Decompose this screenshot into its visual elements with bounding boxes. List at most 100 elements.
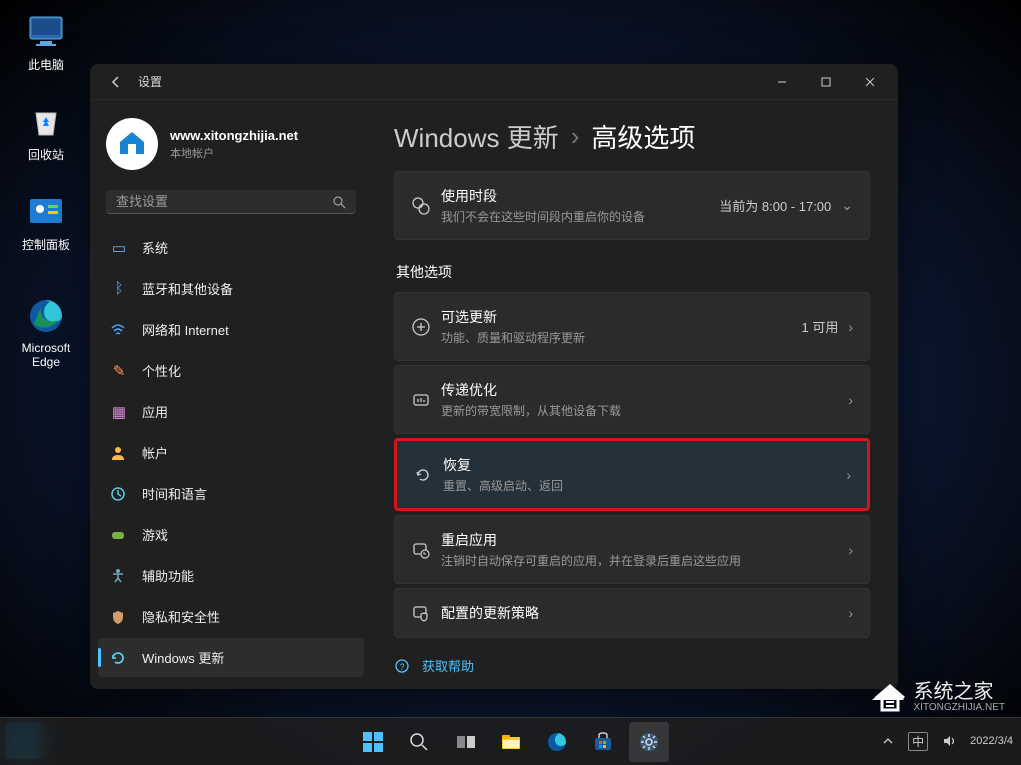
card-active-hours[interactable]: 使用时段 我们不会在这些时间段内重启你的设备 当前为 8:00 - 17:00 … xyxy=(394,171,870,240)
tray-ime-icon[interactable]: 中 xyxy=(908,732,928,751)
taskbar-taskview[interactable] xyxy=(445,722,485,762)
nav-time-language[interactable]: 时间和语言 xyxy=(98,474,364,513)
nav-bluetooth[interactable]: ᛒ 蓝牙和其他设备 xyxy=(98,269,364,308)
chevron-right-icon: › xyxy=(848,319,853,335)
card-title: 重启应用 xyxy=(441,530,848,550)
nav-label: 时间和语言 xyxy=(142,484,207,503)
desktop-icon-control-panel[interactable]: 控制面板 xyxy=(10,190,82,253)
chevron-down-icon: ⌄ xyxy=(841,197,853,214)
section-title-other: 其他选项 xyxy=(396,262,870,282)
card-restart-apps[interactable]: 重启应用 注销时自动保存可重启的应用，并在登录后重启这些应用 › xyxy=(394,515,870,584)
start-button[interactable] xyxy=(353,722,393,762)
nav-accounts[interactable]: 帐户 xyxy=(98,433,364,472)
card-optional-updates[interactable]: 可选更新 功能、质量和驱动程序更新 1 可用 › xyxy=(394,292,870,361)
settings-window: 设置 www.xitongzhijia.net 本地帐 xyxy=(90,64,898,689)
chevron-right-icon: › xyxy=(848,542,853,558)
user-card[interactable]: www.xitongzhijia.net 本地帐户 xyxy=(98,112,374,186)
desktop-icon-label: 控制面板 xyxy=(22,238,70,252)
delivery-icon xyxy=(411,390,441,410)
get-help-link[interactable]: ? 获取帮助 xyxy=(394,656,870,675)
svg-text:?: ? xyxy=(399,662,404,672)
nav-gaming[interactable]: 游戏 xyxy=(98,515,364,554)
minimize-button[interactable] xyxy=(760,67,804,97)
nav-windows-update[interactable]: Windows 更新 xyxy=(98,638,364,677)
content: Windows 更新 › 高级选项 使用时段 我们不会在这些时间段内重启你的设备… xyxy=(374,100,898,689)
nav-label: 系统 xyxy=(142,238,168,257)
nav-label: Windows 更新 xyxy=(142,648,224,667)
restart-apps-icon xyxy=(411,540,441,560)
user-icon xyxy=(110,445,128,461)
taskbar-explorer[interactable] xyxy=(491,722,531,762)
watermark-text: 系统之家 xyxy=(914,675,1006,704)
card-delivery-optimization[interactable]: 传递优化 更新的带宽限制，从其他设备下载 › xyxy=(394,365,870,434)
nav-label: 应用 xyxy=(142,402,168,421)
desktop-icon-edge[interactable]: Microsoft Edge xyxy=(10,295,82,369)
edge-icon xyxy=(25,295,67,337)
control-panel-icon xyxy=(25,190,67,232)
brush-icon: ✎ xyxy=(110,362,128,380)
user-name: www.xitongzhijia.net xyxy=(170,128,298,143)
monitor-icon xyxy=(25,10,67,52)
card-subtitle: 重置、高级启动、返回 xyxy=(443,477,846,494)
monitor-icon: ▭ xyxy=(110,239,128,257)
card-subtitle: 更新的带宽限制，从其他设备下载 xyxy=(441,402,848,419)
chevron-right-icon: › xyxy=(848,605,853,621)
chevron-right-icon: › xyxy=(571,121,580,152)
close-button[interactable] xyxy=(848,67,892,97)
help-icon: ? xyxy=(394,658,410,674)
system-tray[interactable]: 中 2022/3/4 xyxy=(882,717,1013,765)
taskbar-search[interactable] xyxy=(399,722,439,762)
back-button[interactable] xyxy=(102,68,130,96)
breadcrumb: Windows 更新 › 高级选项 xyxy=(394,118,870,155)
card-trail: 1 可用 xyxy=(801,317,838,336)
taskbar-settings[interactable] xyxy=(629,722,669,762)
card-update-policy[interactable]: 配置的更新策略 › xyxy=(394,588,870,638)
desktop-icon-label: 回收站 xyxy=(28,148,64,162)
card-recovery[interactable]: 恢复 重置、高级启动、返回 › xyxy=(394,438,870,511)
desktop-icon-label: 此电脑 xyxy=(28,58,64,72)
nav-label: 网络和 Internet xyxy=(142,320,229,339)
search-input[interactable] xyxy=(116,194,332,209)
bluetooth-icon: ᛒ xyxy=(110,280,128,297)
clock-icon xyxy=(110,486,128,502)
maximize-button[interactable] xyxy=(804,67,848,97)
desktop-icon-label: Microsoft Edge xyxy=(22,341,71,369)
nav-label: 辅助功能 xyxy=(142,566,194,585)
desktop-icon-recycle-bin[interactable]: 回收站 xyxy=(10,100,82,163)
nav-personalization[interactable]: ✎ 个性化 xyxy=(98,351,364,390)
shield-icon xyxy=(110,609,128,625)
tray-chevron-up-icon[interactable] xyxy=(882,735,894,747)
desktop-icon-this-pc[interactable]: 此电脑 xyxy=(10,10,82,73)
update-icon xyxy=(110,650,128,666)
card-title: 可选更新 xyxy=(441,307,801,327)
nav-label: 帐户 xyxy=(142,443,168,462)
card-subtitle: 我们不会在这些时间段内重启你的设备 xyxy=(441,208,719,225)
nav-privacy[interactable]: 隐私和安全性 xyxy=(98,597,364,636)
tray-volume-icon[interactable] xyxy=(942,734,956,748)
taskbar-edge[interactable] xyxy=(537,722,577,762)
card-subtitle: 功能、质量和驱动程序更新 xyxy=(441,329,801,346)
search-box[interactable] xyxy=(106,190,356,214)
card-title: 传递优化 xyxy=(441,380,848,400)
card-title: 使用时段 xyxy=(441,186,719,206)
taskbar-store[interactable] xyxy=(583,722,623,762)
window-title: 设置 xyxy=(138,73,162,90)
breadcrumb-current: 高级选项 xyxy=(591,118,695,155)
breadcrumb-parent[interactable]: Windows 更新 xyxy=(394,118,559,155)
titlebar: 设置 xyxy=(90,64,898,100)
card-value: 当前为 8:00 - 17:00 xyxy=(719,196,831,215)
avatar xyxy=(106,118,158,170)
card-subtitle: 注销时自动保存可重启的应用，并在登录后重启这些应用 xyxy=(441,552,848,569)
nav-label: 游戏 xyxy=(142,525,168,544)
nav: ▭ 系统 ᛒ 蓝牙和其他设备 网络和 Internet ✎ xyxy=(98,228,374,677)
tray-date[interactable]: 2022/3/4 xyxy=(970,735,1013,747)
help-label: 获取帮助 xyxy=(422,656,474,675)
taskbar xyxy=(0,717,1021,765)
user-subtitle: 本地帐户 xyxy=(170,145,298,161)
nav-apps[interactable]: ▦ 应用 xyxy=(98,392,364,431)
nav-system[interactable]: ▭ 系统 xyxy=(98,228,364,267)
apps-icon: ▦ xyxy=(110,403,128,421)
nav-network[interactable]: 网络和 Internet xyxy=(98,310,364,349)
nav-accessibility[interactable]: 辅助功能 xyxy=(98,556,364,595)
desktop: 此电脑 回收站 控制面板 Microsoft Edge 设置 xyxy=(0,0,1021,765)
